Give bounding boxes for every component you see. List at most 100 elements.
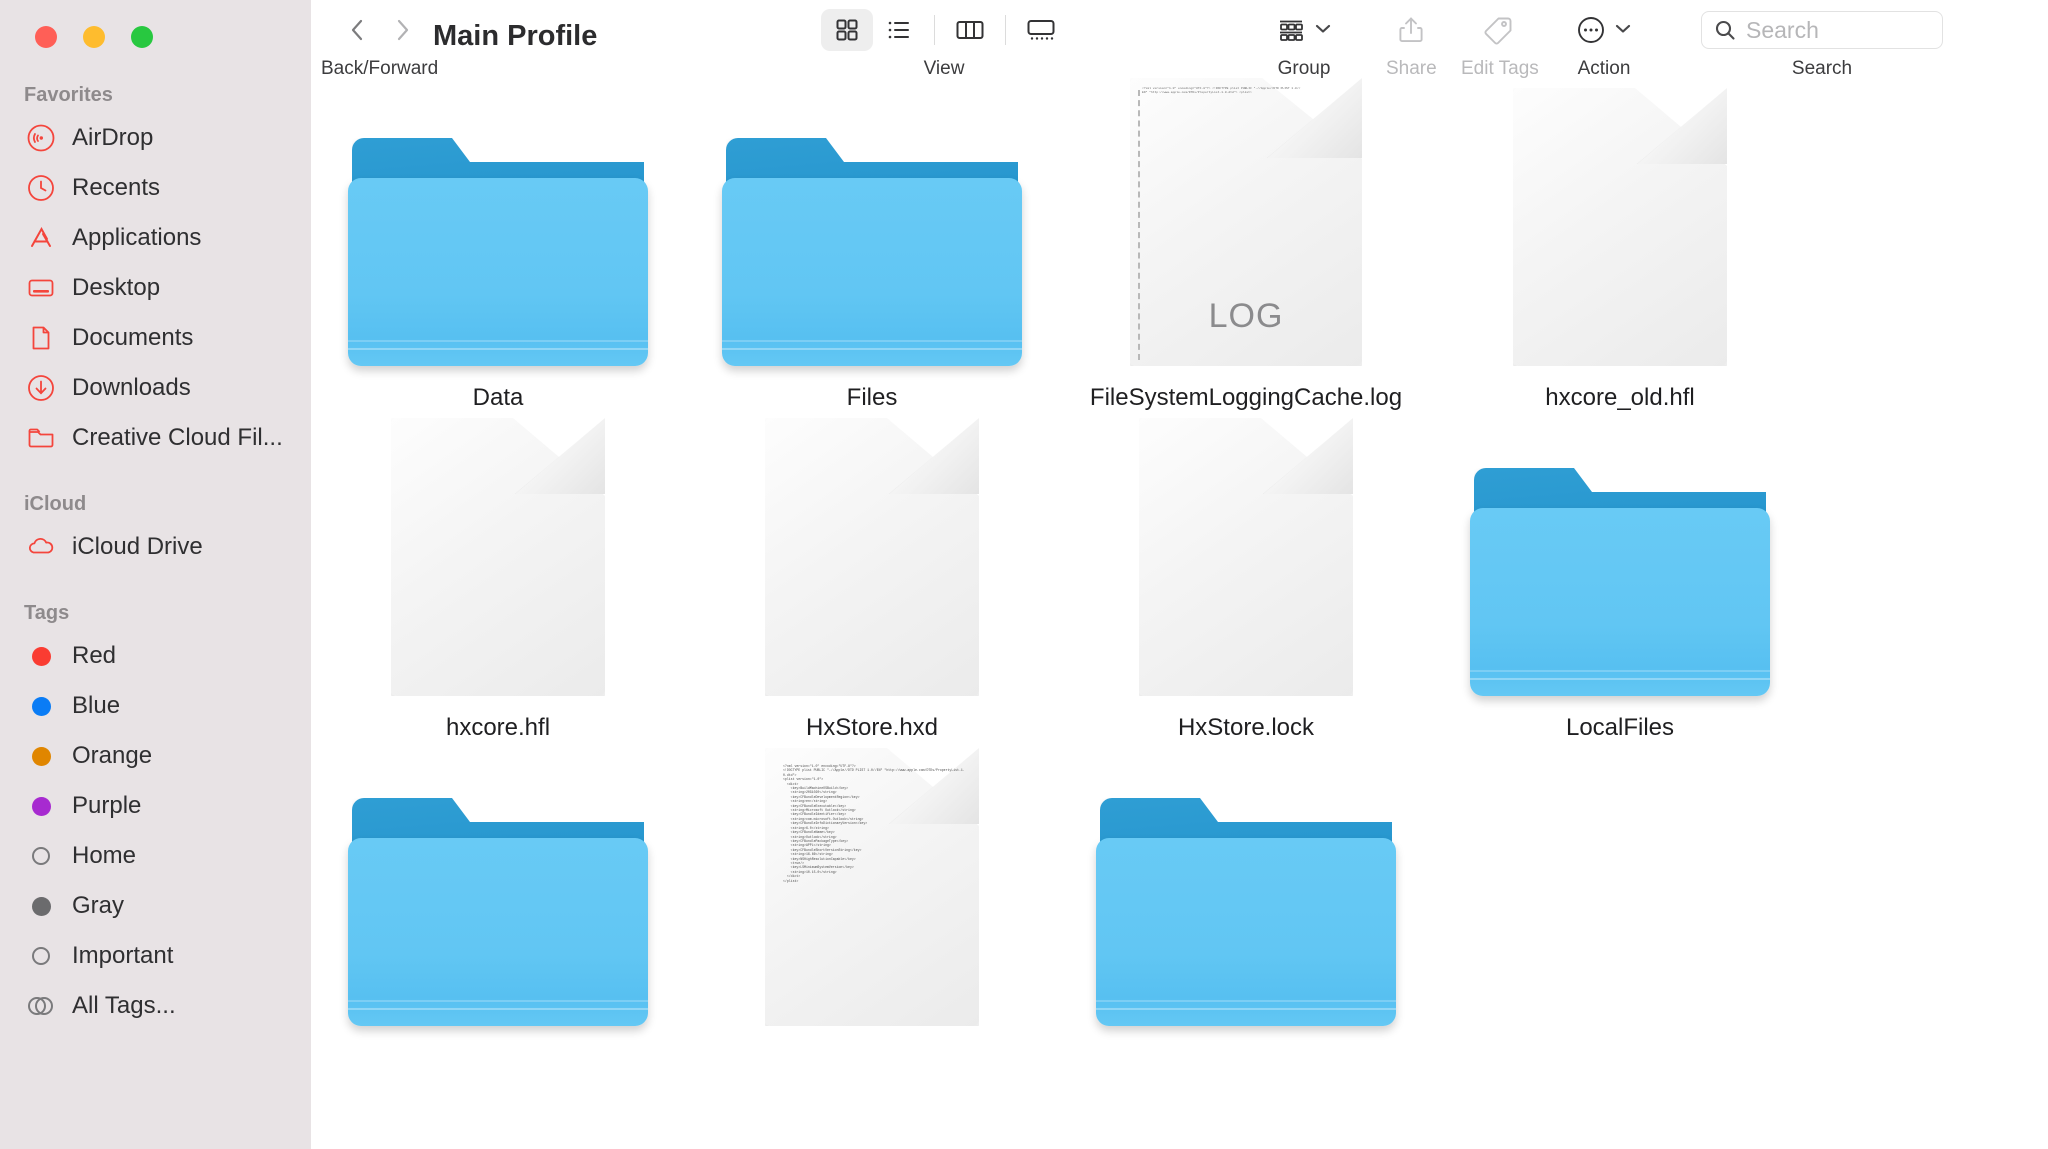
- folder-icon: [26, 423, 56, 453]
- xml-document-icon[interactable]: <?xml version="1.0" encoding="UTF-8"?> <…: [685, 748, 1059, 1026]
- sidebar-item-desktop[interactable]: Desktop: [0, 263, 311, 313]
- minimize-button[interactable]: [83, 26, 105, 48]
- sidebar-item-label: Documents: [72, 324, 194, 351]
- sidebar-section-favorites: Favorites: [24, 84, 113, 106]
- edit-tags-button[interactable]: [1483, 8, 1517, 52]
- folder-icon[interactable]: [311, 116, 685, 366]
- file-name-label: Files: [846, 384, 898, 411]
- file-item-row3-1[interactable]: [311, 776, 685, 1106]
- tag-dot-hollow-icon: [26, 841, 56, 871]
- file-name-label: LocalFiles: [1565, 714, 1675, 741]
- column-view-button[interactable]: [944, 9, 996, 51]
- view-group: View: [821, 8, 1067, 80]
- file-name-label: hxcore_old.hfl: [1545, 384, 1695, 411]
- sidebar-item-label: AirDrop: [72, 124, 154, 151]
- file-item-files[interactable]: Files: [685, 116, 1059, 446]
- sidebar-item-tag-home[interactable]: Home: [0, 831, 311, 881]
- search-input[interactable]: [1746, 16, 1930, 44]
- file-item-row3-2[interactable]: <?xml version="1.0" encoding="UTF-8"?> <…: [685, 748, 1059, 1106]
- file-item-hxcore-hfl[interactable]: hxcore.hfl: [311, 418, 685, 776]
- tag-dot-icon: [26, 891, 56, 921]
- document-icon[interactable]: [685, 418, 1059, 696]
- cloud-icon: [26, 532, 56, 562]
- back-forward-label: Back/Forward: [321, 58, 439, 79]
- action-label: Action: [1577, 58, 1631, 79]
- file-item-row3-3[interactable]: [1059, 776, 1433, 1106]
- airdrop-icon: [26, 123, 56, 153]
- sidebar-item-label: Orange: [72, 742, 153, 769]
- file-item-data[interactable]: Data: [311, 116, 685, 446]
- document-icon[interactable]: [1433, 88, 1807, 366]
- list-view-button[interactable]: [873, 9, 925, 51]
- sidebar-item-all-tags[interactable]: All Tags...: [0, 981, 311, 1031]
- file-item-hxcore-old-hfl[interactable]: hxcore_old.hfl: [1433, 88, 1807, 446]
- chevron-down-icon: [1314, 21, 1332, 39]
- sidebar-item-label: Downloads: [72, 374, 191, 401]
- folder-icon[interactable]: [311, 776, 685, 1026]
- search-icon: [1714, 19, 1736, 41]
- share-button-group: Share: [1386, 8, 1437, 80]
- zoom-button[interactable]: [131, 26, 153, 48]
- search-group: Search: [1701, 8, 1943, 80]
- sidebar-item-creative-cloud-files[interactable]: Creative Cloud Fil...: [0, 413, 311, 463]
- file-item-filesystemloggingcache-log[interactable]: <?xml version="1.0" encoding="UTF-8"?> <…: [1059, 78, 1433, 446]
- group-label: Group: [1277, 58, 1331, 79]
- view-label: View: [923, 58, 965, 79]
- sidebar-item-downloads[interactable]: Downloads: [0, 363, 311, 413]
- close-button[interactable]: [35, 26, 57, 48]
- sidebar-item-tag-gray[interactable]: Gray: [0, 881, 311, 931]
- sidebar-item-documents[interactable]: Documents: [0, 313, 311, 363]
- document-icon[interactable]: [311, 418, 685, 696]
- sidebar-item-tag-blue[interactable]: Blue: [0, 681, 311, 731]
- search-box[interactable]: [1701, 11, 1943, 49]
- sidebar-item-label: Blue: [72, 692, 121, 719]
- gallery-view-button[interactable]: [1015, 9, 1067, 51]
- tag-dot-icon: [26, 641, 56, 671]
- sidebar-item-label: Applications: [72, 224, 202, 251]
- sidebar-item-icloud-drive[interactable]: iCloud Drive: [0, 522, 311, 572]
- file-row: hxcore.hfl HxStore.hxd HxStore.lock Loca…: [311, 418, 2048, 776]
- folder-icon[interactable]: [1059, 776, 1433, 1026]
- back-forward-group: Back/Forward: [321, 8, 438, 80]
- sidebar-item-label: Desktop: [72, 274, 161, 301]
- sidebar-item-applications[interactable]: Applications: [0, 213, 311, 263]
- sidebar-item-recents[interactable]: Recents: [0, 163, 311, 213]
- log-preview-text: <?xml version="1.0" encoding="UTF-8"?> <…: [1142, 87, 1301, 94]
- chevron-down-icon: [1614, 21, 1632, 39]
- file-kind-label: LOG: [1208, 297, 1284, 335]
- applications-icon: [26, 223, 56, 253]
- search-label: Search: [1791, 58, 1853, 79]
- file-item-localfiles[interactable]: LocalFiles: [1433, 446, 1807, 776]
- sidebar-item-label: Home: [72, 842, 137, 869]
- toolbar-divider: [1005, 15, 1006, 45]
- xml-preview-text: <?xml version="1.0" encoding="UTF-8"?> <…: [783, 764, 965, 883]
- forward-button[interactable]: [380, 8, 426, 52]
- document-icon[interactable]: [1059, 418, 1433, 696]
- back-button[interactable]: [334, 8, 380, 52]
- edit-tags-button-group: Edit Tags: [1461, 8, 1539, 80]
- sidebar-item-airdrop[interactable]: AirDrop: [0, 113, 311, 163]
- action-button-group: Action: [1576, 8, 1632, 80]
- log-document-icon[interactable]: <?xml version="1.0" encoding="UTF-8"?> <…: [1059, 78, 1433, 366]
- group-button[interactable]: [1276, 8, 1332, 52]
- main-content: Back/Forward Main Profile View Group Sha…: [311, 0, 2048, 1149]
- sidebar-item-label: Recents: [72, 174, 161, 201]
- sidebar-item-tag-red[interactable]: Red: [0, 631, 311, 681]
- folder-icon[interactable]: [685, 116, 1059, 366]
- sidebar-item-label: All Tags...: [72, 992, 176, 1019]
- action-button[interactable]: [1576, 8, 1632, 52]
- file-item-hxstore-hxd[interactable]: HxStore.hxd: [685, 418, 1059, 776]
- traffic-lights: [0, 0, 311, 48]
- desktop-icon: [26, 273, 56, 303]
- folder-icon[interactable]: [1433, 446, 1807, 696]
- sidebar-item-tag-purple[interactable]: Purple: [0, 781, 311, 831]
- sidebar-item-label: iCloud Drive: [72, 533, 203, 560]
- file-name-label: FileSystemLoggingCache.log: [1089, 384, 1403, 411]
- page-title: Main Profile: [433, 20, 598, 52]
- share-button[interactable]: [1397, 8, 1425, 52]
- file-item-hxstore-lock[interactable]: HxStore.lock: [1059, 418, 1433, 776]
- sidebar-item-tag-orange[interactable]: Orange: [0, 731, 311, 781]
- group-button-group: Group: [1276, 8, 1332, 80]
- icon-view-button[interactable]: [821, 9, 873, 51]
- sidebar-item-tag-important[interactable]: Important: [0, 931, 311, 981]
